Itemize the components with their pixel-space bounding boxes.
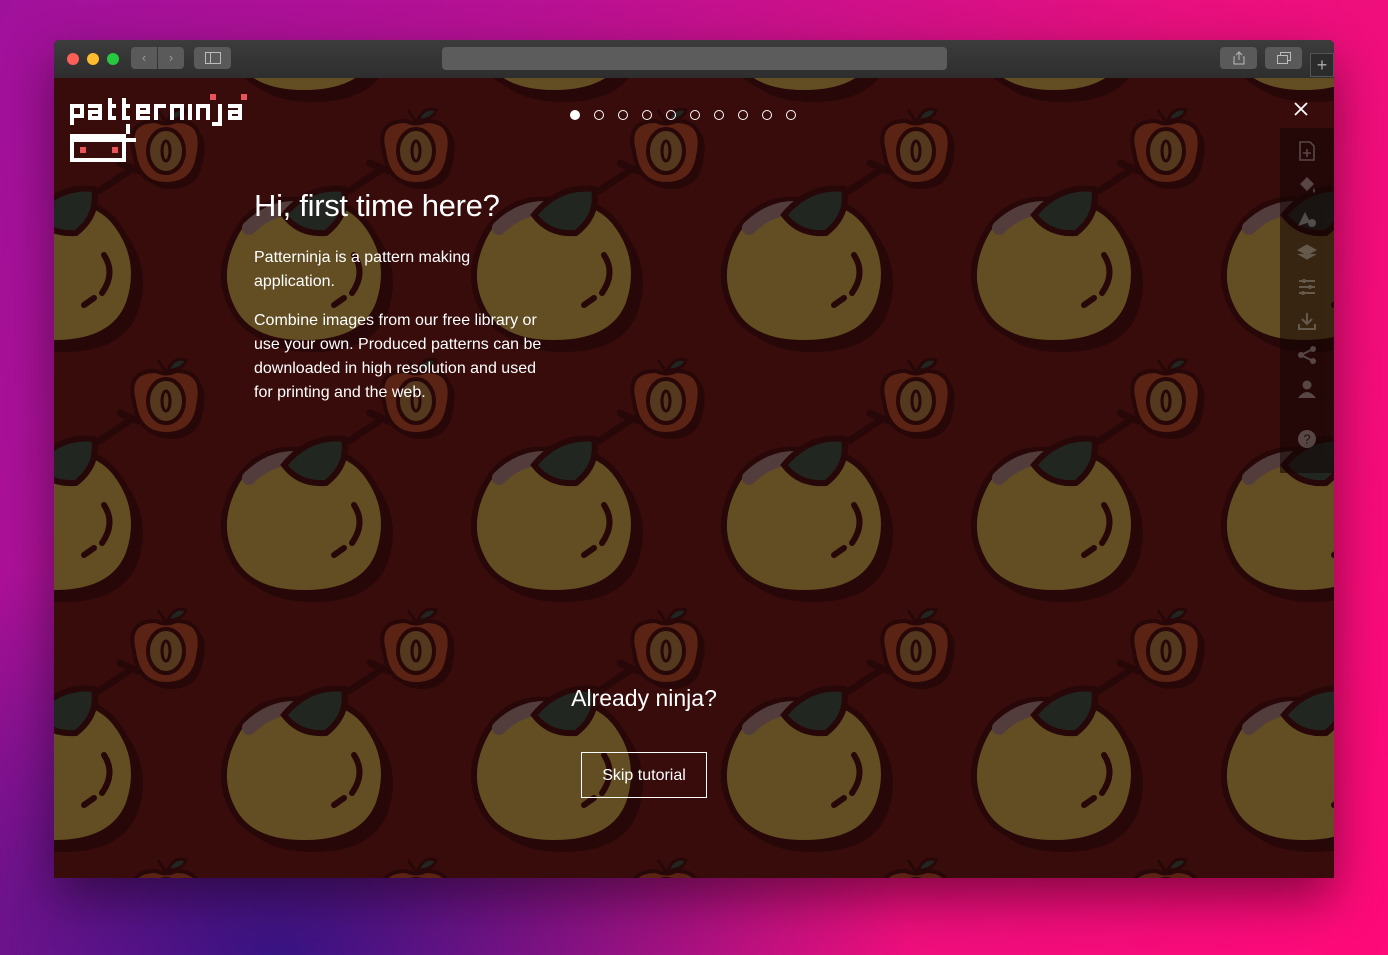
- tutorial-intro-text: Patterninja is a pattern making applicat…: [254, 249, 471, 290]
- new-tab-button[interactable]: +: [1310, 53, 1334, 77]
- new-file-icon[interactable]: [1296, 140, 1318, 162]
- sidebar-toggle-button[interactable]: [194, 47, 231, 69]
- slide-dot-6[interactable]: [690, 110, 700, 120]
- slide-dot-4[interactable]: [642, 110, 652, 120]
- back-button[interactable]: ‹: [131, 47, 157, 69]
- layers-icon[interactable]: [1296, 242, 1318, 264]
- slide-pagination: [570, 110, 796, 120]
- slide-dot-5[interactable]: [666, 110, 676, 120]
- slide-dot-10[interactable]: [786, 110, 796, 120]
- minimize-window-button[interactable]: [87, 53, 99, 65]
- user-icon[interactable]: [1296, 378, 1318, 400]
- browser-window: ‹ › + ? Hi, first time here? Patterninja…: [54, 40, 1334, 878]
- browser-toolbar: ‹ › +: [54, 40, 1334, 79]
- help-icon[interactable]: ?: [1296, 428, 1318, 450]
- slide-dot-1[interactable]: [570, 110, 580, 120]
- app-content: ? Hi, first time here? Patterninja is a …: [54, 78, 1334, 878]
- share-nodes-icon[interactable]: [1296, 344, 1318, 366]
- address-bar[interactable]: [442, 47, 947, 70]
- tabs-icon: [1276, 52, 1291, 64]
- zoom-window-button[interactable]: [107, 53, 119, 65]
- close-window-button[interactable]: [67, 53, 79, 65]
- sliders-icon[interactable]: [1296, 276, 1318, 298]
- slide-dot-7[interactable]: [714, 110, 724, 120]
- slide-dot-8[interactable]: [738, 110, 748, 120]
- skip-tutorial-button[interactable]: Skip tutorial: [581, 752, 707, 798]
- close-tutorial-icon[interactable]: [1292, 100, 1310, 118]
- share-button[interactable]: [1220, 47, 1257, 69]
- slide-dot-2[interactable]: [594, 110, 604, 120]
- svg-text:?: ?: [1303, 432, 1310, 447]
- tabs-overview-button[interactable]: [1265, 47, 1302, 69]
- tutorial-description-text: Combine images from our free library or …: [254, 312, 542, 401]
- patterninja-logo: [68, 94, 273, 175]
- already-ninja-title: Already ninja?: [571, 685, 717, 711]
- tutorial-heading: Hi, first time here?: [254, 188, 500, 223]
- tool-sidebar: ?: [1280, 128, 1334, 473]
- fill-icon[interactable]: [1296, 174, 1318, 196]
- shapes-icon[interactable]: [1296, 208, 1318, 230]
- slide-dot-9[interactable]: [762, 110, 772, 120]
- share-icon: [1233, 51, 1244, 65]
- forward-button[interactable]: ›: [158, 47, 184, 69]
- sidebar-icon: [204, 52, 221, 64]
- slide-dot-3[interactable]: [618, 110, 628, 120]
- download-icon[interactable]: [1296, 310, 1318, 332]
